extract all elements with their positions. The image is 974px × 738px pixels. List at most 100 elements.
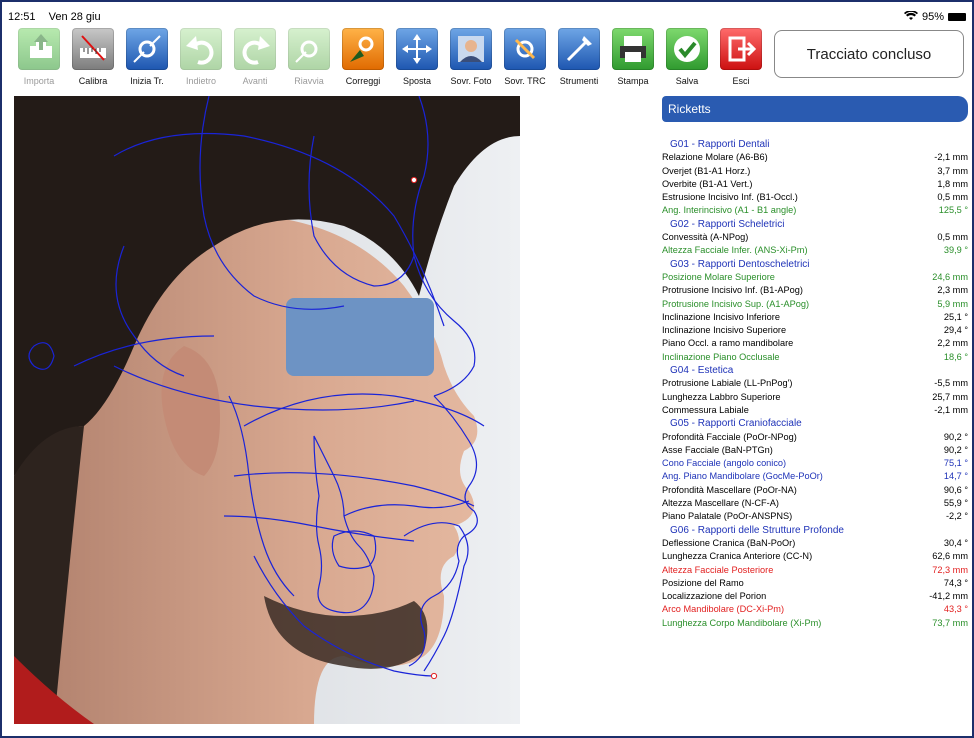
toolbar-button-overlay-photo[interactable]: Sovr. Foto — [444, 28, 498, 90]
exit-icon — [720, 28, 762, 70]
measurement-row: Altezza Facciale Posteriore 72,3 mm — [662, 564, 968, 577]
measurement-row: Deflessione Cranica (BaN-PoOr) 30,4 ° — [662, 537, 968, 550]
measurement-group-header: G04 - Estetica — [662, 364, 968, 377]
measurement-label: Lunghezza Labbro Superiore — [662, 391, 781, 402]
measurement-label: Estrusione Incisivo Inf. (B1-Occl.) — [662, 192, 798, 203]
measurement-row: Lunghezza Labbro Superiore 25,7 mm — [662, 391, 968, 404]
move-icon — [396, 28, 438, 70]
measurement-row: Posizione del Ramo 74,3 ° — [662, 577, 968, 590]
measurement-group-header: G03 - Rapporti Dentoscheletrici — [662, 258, 968, 271]
trace-status-box: Tracciato concluso — [774, 30, 964, 78]
measurement-row: Lunghezza Cranica Anteriore (CC-N) 62,6 m… — [662, 550, 968, 563]
measurement-label: Ang. Interincisivo (A1 - B1 angle) — [662, 205, 797, 216]
measurement-value: 25,7 mm — [932, 391, 968, 402]
measurement-value: 39,9 ° — [943, 245, 968, 256]
toolbar-button-label: Riavvia — [294, 76, 324, 86]
measurement-row: Relazione Molare (A6-B6) -2,1 mm — [662, 151, 968, 164]
toolbar-button-label: Correggi — [345, 76, 381, 86]
measurement-value: 24,6 mm — [932, 271, 968, 282]
app-window: 12:51 Ven 28 giu 95% Importa Calibra Inizi… — [0, 0, 974, 738]
measurement-row: Overbite (B1-A1 Vert.) 1,8 mm — [662, 178, 968, 191]
measurement-value: 2,3 mm — [937, 285, 968, 296]
group-label: G06 - Rapporti delle Strutture Profonde — [670, 524, 844, 536]
tools-icon — [558, 28, 600, 70]
measurement-row: Inclinazione Incisivo Superiore 29,4 ° — [662, 324, 968, 337]
toolbar-button-import[interactable]: Importa — [12, 28, 66, 90]
measurements-panel: Ricketts G01 - Rapporti Dentali Relazione… — [662, 96, 968, 630]
measurement-row: Protrusione Labiale (LL-PnPog') -5,5 mm — [662, 377, 968, 390]
overlay-photo-icon — [450, 28, 492, 70]
measurement-label: Deflessione Cranica (BaN-PoOr) — [662, 537, 796, 548]
battery-percent: 95% — [921, 11, 944, 23]
toolbar-button-label: Sposta — [402, 76, 432, 86]
measurement-row: Ang. Interincisivo (A1 - B1 angle) 125,5 … — [662, 204, 968, 217]
measurement-value: 73,7 mm — [932, 617, 968, 628]
measurement-value: -2,1 mm — [934, 152, 968, 163]
measurement-value: 125,5 ° — [938, 205, 968, 216]
toolbar-button-tools[interactable]: Strumenti — [552, 28, 606, 90]
toolbar-button-calibrate[interactable]: Calibra — [66, 28, 120, 90]
measurement-row: Arco Mandibolare (DC-Xi-Pm) 43,3 ° — [662, 603, 968, 616]
measurement-label: Altezza Facciale Infer. (ANS-Xi-Pm) — [662, 245, 808, 256]
measurement-label: Altezza Facciale Posteriore — [662, 564, 774, 575]
toolbar-button-label: Stampa — [617, 76, 649, 86]
measurement-value: -41,2 mm — [929, 591, 968, 602]
measurement-label: Asse Facciale (BaN-PTGn) — [662, 444, 773, 455]
measurement-row: Lunghezza Corpo Mandibolare (Xi-Pm) 73,7 … — [662, 617, 968, 630]
status-bar: 12:51 Ven 28 giu 95% — [8, 8, 966, 26]
measurement-value: 0,5 mm — [937, 232, 968, 243]
measurement-row: Protrusione Incisivo Sup. (A1-APog) 5,9 m… — [662, 298, 968, 311]
measurement-label: Convessità (A-NPog) — [662, 232, 749, 243]
toolbar-button-move[interactable]: Sposta — [390, 28, 444, 90]
measurement-label: Posizione del Ramo — [662, 577, 744, 588]
measurement-row: Asse Facciale (BaN-PTGn) 90,2 ° — [662, 444, 968, 457]
toolbar-button-label: Sovr. Foto — [450, 76, 492, 86]
measurement-label: Inclinazione Incisivo Superiore — [662, 325, 787, 336]
measurement-row: Piano Occl. a ramo mandibolare 2,2 mm — [662, 337, 968, 350]
toolbar-button-overlay-trc[interactable]: Sovr. TRC — [498, 28, 552, 90]
measurement-value: 3,7 mm — [937, 165, 968, 176]
toolbar-button-restart[interactable]: Riavvia — [282, 28, 336, 90]
measurement-value: 90,2 ° — [943, 431, 968, 442]
measurement-value: 29,4 ° — [943, 325, 968, 336]
measurement-value: 0,5 mm — [937, 192, 968, 203]
measurement-value: 90,2 ° — [943, 444, 968, 455]
measurement-value: 75,1 ° — [943, 458, 968, 469]
measurement-value: 14,7 ° — [943, 471, 968, 482]
cephalometric-photo[interactable] — [14, 96, 520, 724]
restart-icon — [288, 28, 330, 70]
toolbar-button-undo[interactable]: Indietro — [174, 28, 228, 90]
measurement-label: Lunghezza Cranica Anteriore (CC-N) — [662, 551, 813, 562]
measurement-group-header: G05 - Rapporti Craniofacciale — [662, 417, 968, 430]
measurement-row: Convessità (A-NPog) 0,5 mm — [662, 231, 968, 244]
toolbar: Importa Calibra Inizia Tr. Indietro Avanti Ri… — [12, 28, 768, 90]
measurement-label: Posizione Molare Superiore — [662, 271, 775, 282]
overlay-trc-icon — [504, 28, 546, 70]
measurement-row: Profondità Facciale (PoOr-NPog) 90,2 ° — [662, 431, 968, 444]
measurement-value: 72,3 mm — [932, 564, 968, 575]
measurement-group-header: G01 - Rapporti Dentali — [662, 138, 968, 151]
toolbar-button-label: Avanti — [242, 76, 268, 86]
toolbar-button-label: Indietro — [185, 76, 217, 86]
measurement-row: Altezza Mascellare (N-CF-A) 55,9 ° — [662, 497, 968, 510]
toolbar-button-exit[interactable]: Esci — [714, 28, 768, 90]
toolbar-button-save[interactable]: Salva — [660, 28, 714, 90]
measurement-row: Ang. Piano Mandibolare (GocMe-PoOr) 14,7 … — [662, 470, 968, 483]
toolbar-button-correct[interactable]: Correggi — [336, 28, 390, 90]
measurement-label: Relazione Molare (A6-B6) — [662, 152, 768, 163]
toolbar-button-print[interactable]: Stampa — [606, 28, 660, 90]
measurement-label: Ang. Piano Mandibolare (GocMe-PoOr) — [662, 471, 823, 482]
toolbar-button-start-trace[interactable]: Inizia Tr. — [120, 28, 174, 90]
measurement-row: Protrusione Incisivo Inf. (B1-APog) 2,3 m… — [662, 284, 968, 297]
measurement-label: Profondità Mascellare (PoOr-NA) — [662, 484, 797, 495]
toolbar-button-redo[interactable]: Avanti — [228, 28, 282, 90]
measurement-label: Altezza Mascellare (N-CF-A) — [662, 498, 779, 509]
measurement-row: Inclinazione Incisivo Inferiore 25,1 ° — [662, 311, 968, 324]
measurement-row: Piano Palatale (PoOr-ANSPNS) -2,2 ° — [662, 510, 968, 523]
measurement-label: Inclinazione Incisivo Inferiore — [662, 311, 780, 322]
measurement-value: 43,3 ° — [943, 604, 968, 615]
measurement-value: 5,9 mm — [937, 298, 968, 309]
measurement-value: 90,6 ° — [943, 484, 968, 495]
correct-icon — [342, 28, 384, 70]
measurement-value: 25,1 ° — [943, 311, 968, 322]
